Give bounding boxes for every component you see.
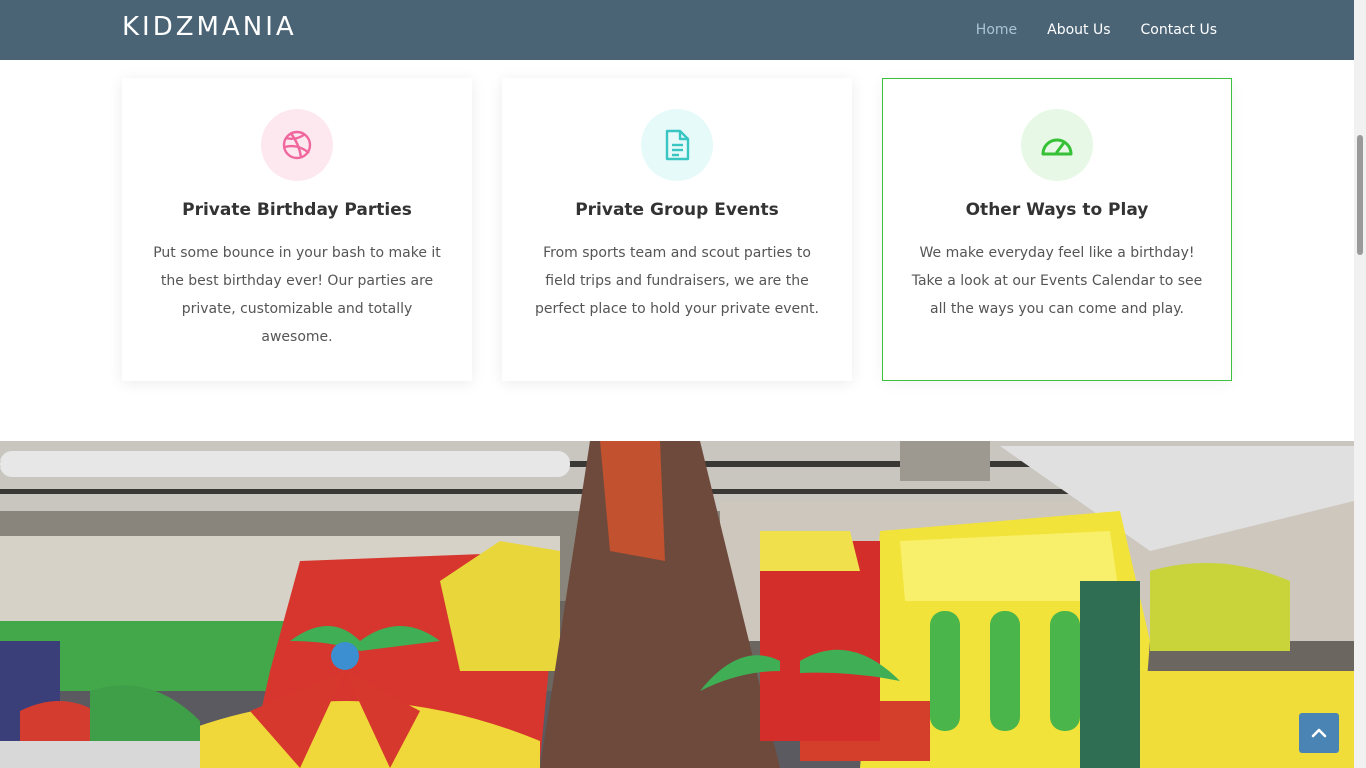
card-description: Put some bounce in your bash to make it … <box>153 245 441 345</box>
service-card-other-ways: Other Ways to Play We make everyday feel… <box>882 78 1232 381</box>
navbar: KIDZMANIA Home About Us Contact Us <box>0 0 1354 60</box>
nav-link-contact-us[interactable]: Contact Us <box>1141 22 1217 38</box>
icon-circle <box>261 109 333 181</box>
chevron-up-icon <box>1311 728 1327 738</box>
services-section: Private Birthday Parties Put some bounce… <box>122 78 1232 381</box>
card-description: We make everyday feel like a birthday! T… <box>911 245 1203 317</box>
nav-link-home[interactable]: Home <box>976 22 1017 38</box>
inflatables-illustration <box>0 441 1354 768</box>
card-description: From sports team and scout parties to fi… <box>535 245 819 317</box>
card-title: Other Ways to Play <box>965 200 1149 220</box>
icon-circle <box>641 109 713 181</box>
icon-circle <box>1021 109 1093 181</box>
speedometer-icon <box>1041 138 1073 156</box>
document-icon <box>665 129 690 161</box>
page-scrollbar[interactable] <box>1354 0 1366 768</box>
service-card-birthday: Private Birthday Parties Put some bounce… <box>122 78 472 381</box>
card-title: Private Group Events <box>575 200 779 220</box>
scrollbar-thumb[interactable] <box>1357 135 1363 255</box>
back-to-top-button[interactable] <box>1299 713 1339 753</box>
nav-links: Home About Us Contact Us <box>946 0 1217 60</box>
dribbble-icon <box>282 130 312 160</box>
card-title: Private Birthday Parties <box>182 200 412 220</box>
play-area-photo <box>0 441 1354 768</box>
service-card-group-events: Private Group Events From sports team an… <box>502 78 852 381</box>
nav-link-about-us[interactable]: About Us <box>1047 22 1110 38</box>
brand-logo[interactable]: KIDZMANIA <box>122 12 297 42</box>
